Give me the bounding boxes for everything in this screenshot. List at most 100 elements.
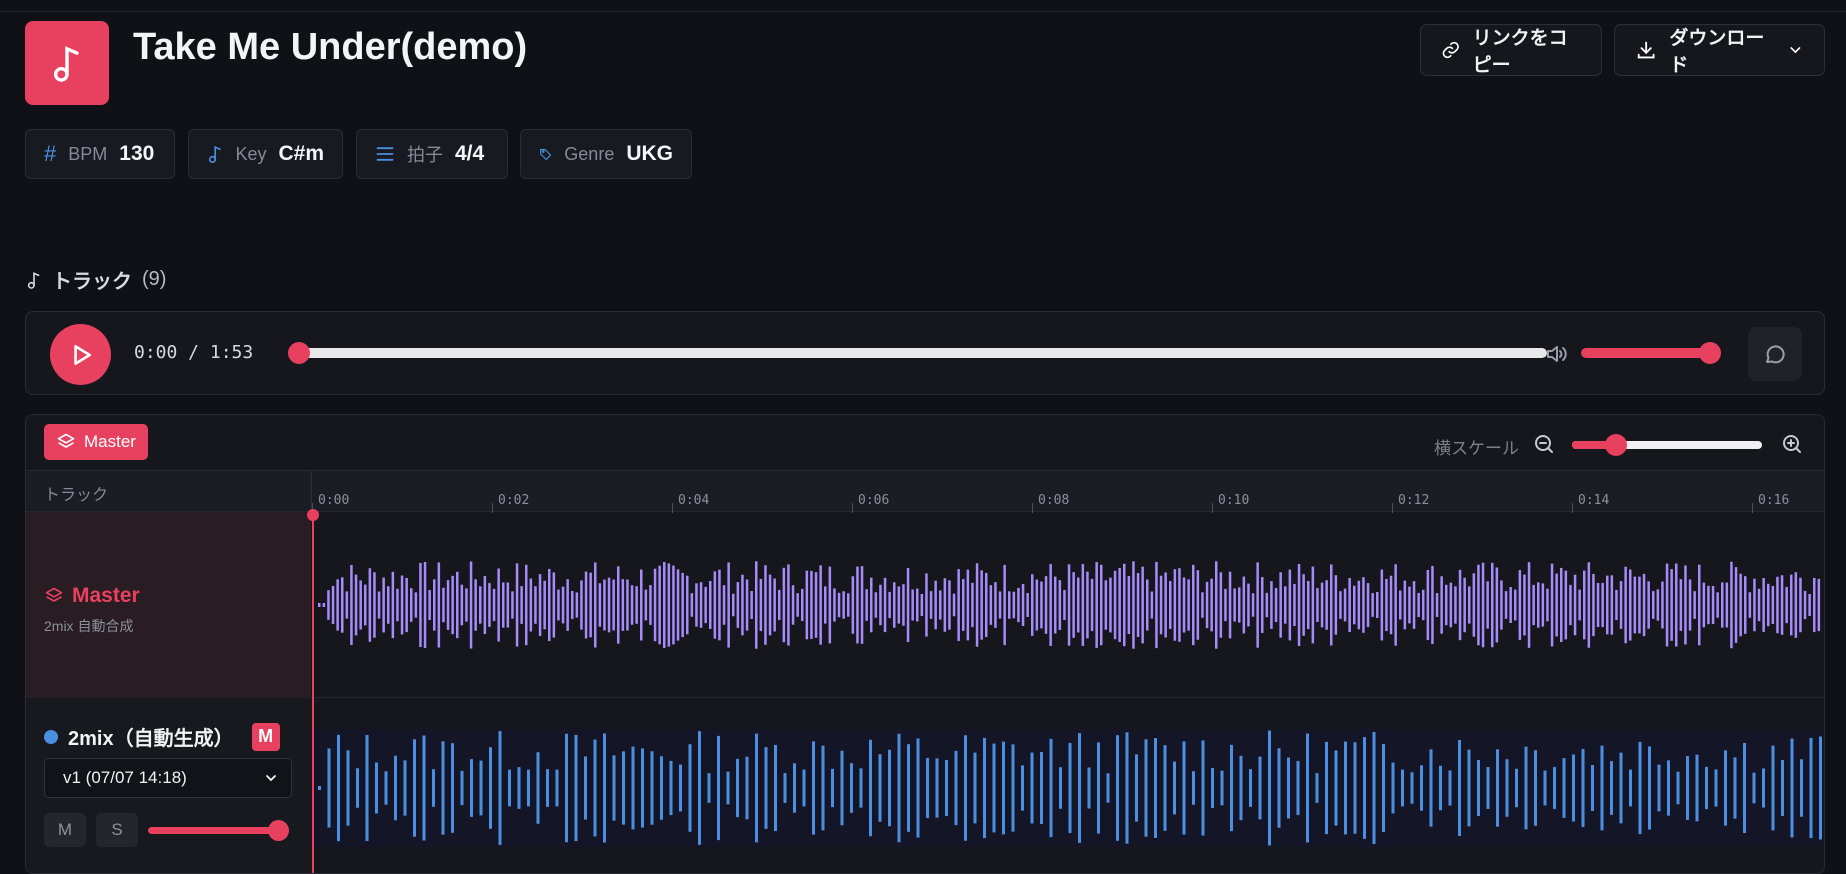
master-waveform-bar bbox=[980, 570, 983, 640]
mix-waveform-bar bbox=[907, 744, 910, 832]
meta-bpm-label: BPM bbox=[68, 143, 108, 164]
seek-bar[interactable] bbox=[288, 342, 1547, 364]
ruler-tick-label: 0:08 bbox=[1038, 493, 1070, 508]
master-waveform-bar bbox=[1086, 571, 1089, 639]
master-view-button[interactable]: Master bbox=[44, 424, 148, 460]
track-column-label: トラック bbox=[44, 487, 109, 504]
master-waveform-bar bbox=[1233, 588, 1236, 622]
master-waveform-bar bbox=[695, 583, 698, 627]
master-waveform-bar bbox=[874, 592, 878, 618]
master-waveform-bar bbox=[750, 591, 753, 619]
master-waveform-bar bbox=[925, 573, 928, 637]
mix-waveform-bar bbox=[498, 731, 502, 845]
master-waveform-bar bbox=[1435, 593, 1439, 617]
master-waveform-bar bbox=[1454, 586, 1457, 624]
track-volume-handle[interactable] bbox=[268, 820, 289, 841]
mix-waveform-bar bbox=[897, 733, 901, 843]
master-waveform-bar bbox=[672, 565, 675, 645]
master-waveform-bar bbox=[787, 564, 790, 646]
comment-button[interactable] bbox=[1748, 327, 1802, 381]
master-waveform-bar bbox=[1744, 576, 1747, 634]
mix-waveform-bar bbox=[935, 758, 939, 818]
copy-link-button[interactable]: リンクをコピー bbox=[1420, 24, 1602, 76]
mix-waveform-bar bbox=[1420, 765, 1423, 811]
master-waveform-bar bbox=[851, 576, 855, 634]
mix-waveform-bar bbox=[413, 739, 416, 837]
play-button[interactable] bbox=[50, 324, 111, 385]
master-waveform-bar bbox=[612, 579, 615, 631]
master-waveform-bar bbox=[1799, 577, 1802, 633]
playhead-handle[interactable] bbox=[307, 509, 319, 521]
chevron-down-icon bbox=[266, 775, 276, 782]
mix-waveform-bar bbox=[1562, 758, 1566, 818]
master-waveform-bar bbox=[1008, 591, 1011, 619]
volume-handle[interactable] bbox=[1699, 342, 1721, 364]
master-waveform-bar bbox=[341, 577, 344, 633]
meta-bpm: # BPM 130 bbox=[25, 129, 175, 179]
solo-button[interactable]: S bbox=[96, 813, 138, 847]
master-waveform-bar bbox=[1449, 582, 1453, 628]
tracks-count: (9) bbox=[142, 268, 167, 290]
master-waveform-bar bbox=[525, 564, 528, 646]
master-waveform-bar bbox=[796, 593, 799, 617]
volume-slider[interactable] bbox=[1581, 342, 1721, 364]
master-waveform-bar bbox=[911, 589, 914, 621]
horizontal-scale-handle[interactable] bbox=[1605, 434, 1627, 456]
master-waveform-bar bbox=[534, 586, 537, 624]
mix-track-header: 2mix（自動生成） M v1 (07/07 14:18) M S bbox=[26, 698, 311, 873]
master-waveform-bar bbox=[860, 566, 864, 644]
master-waveform-bar bbox=[778, 589, 781, 621]
master-waveform-bar bbox=[663, 562, 666, 648]
master-waveform-bar bbox=[1169, 581, 1172, 629]
mix-waveform-bar bbox=[1486, 767, 1490, 809]
master-track-header[interactable]: Master 2mix 自動合成 bbox=[26, 512, 311, 698]
mix-waveform-bar bbox=[688, 744, 692, 832]
mix-waveform-bar bbox=[1002, 741, 1005, 835]
mix-waveform-bar bbox=[1059, 767, 1062, 809]
master-waveform[interactable] bbox=[312, 512, 1825, 698]
master-waveform-bar bbox=[1725, 582, 1729, 628]
mix-waveform-bar bbox=[1030, 752, 1034, 824]
meta-time-signature: 拍子 4/4 bbox=[356, 129, 508, 179]
master-waveform-bar bbox=[1224, 588, 1227, 622]
mix-waveform-bar bbox=[1648, 746, 1651, 830]
master-waveform-bar bbox=[1173, 569, 1177, 641]
mix-waveform-bar bbox=[1410, 772, 1414, 804]
mix-waveform-bar bbox=[1496, 749, 1499, 827]
mix-waveform-bar bbox=[1211, 767, 1214, 809]
master-waveform-bar bbox=[791, 585, 795, 625]
mix-waveform-bar bbox=[1220, 770, 1224, 806]
mix-waveform-bar bbox=[527, 769, 530, 807]
master-waveform-bar bbox=[548, 568, 551, 642]
volume-icon[interactable] bbox=[1544, 342, 1568, 366]
mute-button[interactable]: M bbox=[44, 813, 86, 847]
mix-waveform-bar bbox=[1809, 737, 1813, 839]
download-icon bbox=[1637, 41, 1655, 59]
ruler-tick-label: 0:10 bbox=[1218, 493, 1250, 508]
mix-waveform-bar bbox=[451, 743, 454, 833]
master-waveform-bar bbox=[1205, 581, 1209, 629]
track-volume-slider[interactable] bbox=[148, 820, 289, 841]
seek-handle[interactable] bbox=[288, 342, 310, 364]
horizontal-scale-slider[interactable] bbox=[1572, 434, 1762, 456]
master-waveform-bar bbox=[506, 582, 510, 628]
time-ruler[interactable]: 0:00 0:02 0:04 0:06 0:08 0:10 0:12 0:14 0:16 bbox=[311, 471, 1824, 513]
download-button[interactable]: ダウンロード bbox=[1614, 24, 1825, 76]
master-waveform-bar bbox=[1178, 568, 1181, 642]
playhead[interactable] bbox=[307, 509, 319, 873]
mix-waveform-bar bbox=[327, 748, 331, 828]
master-waveform-bar bbox=[962, 579, 965, 631]
version-select[interactable]: v1 (07/07 14:18) bbox=[44, 758, 292, 798]
master-waveform-bar bbox=[529, 578, 533, 632]
zoom-out-icon[interactable] bbox=[1532, 432, 1556, 456]
mix-waveform-bar bbox=[764, 747, 768, 829]
master-waveform-bar bbox=[1541, 583, 1545, 627]
zoom-in-icon[interactable] bbox=[1780, 432, 1804, 456]
ruler-tick-label: 0:02 bbox=[498, 493, 530, 508]
master-waveform-bar bbox=[511, 591, 514, 619]
mix-waveform[interactable] bbox=[312, 729, 1825, 847]
master-waveform-bar bbox=[644, 589, 648, 621]
mix-waveform-bar bbox=[384, 771, 388, 805]
mix-waveform-bar bbox=[717, 735, 720, 841]
master-waveform-bar bbox=[1412, 581, 1416, 629]
